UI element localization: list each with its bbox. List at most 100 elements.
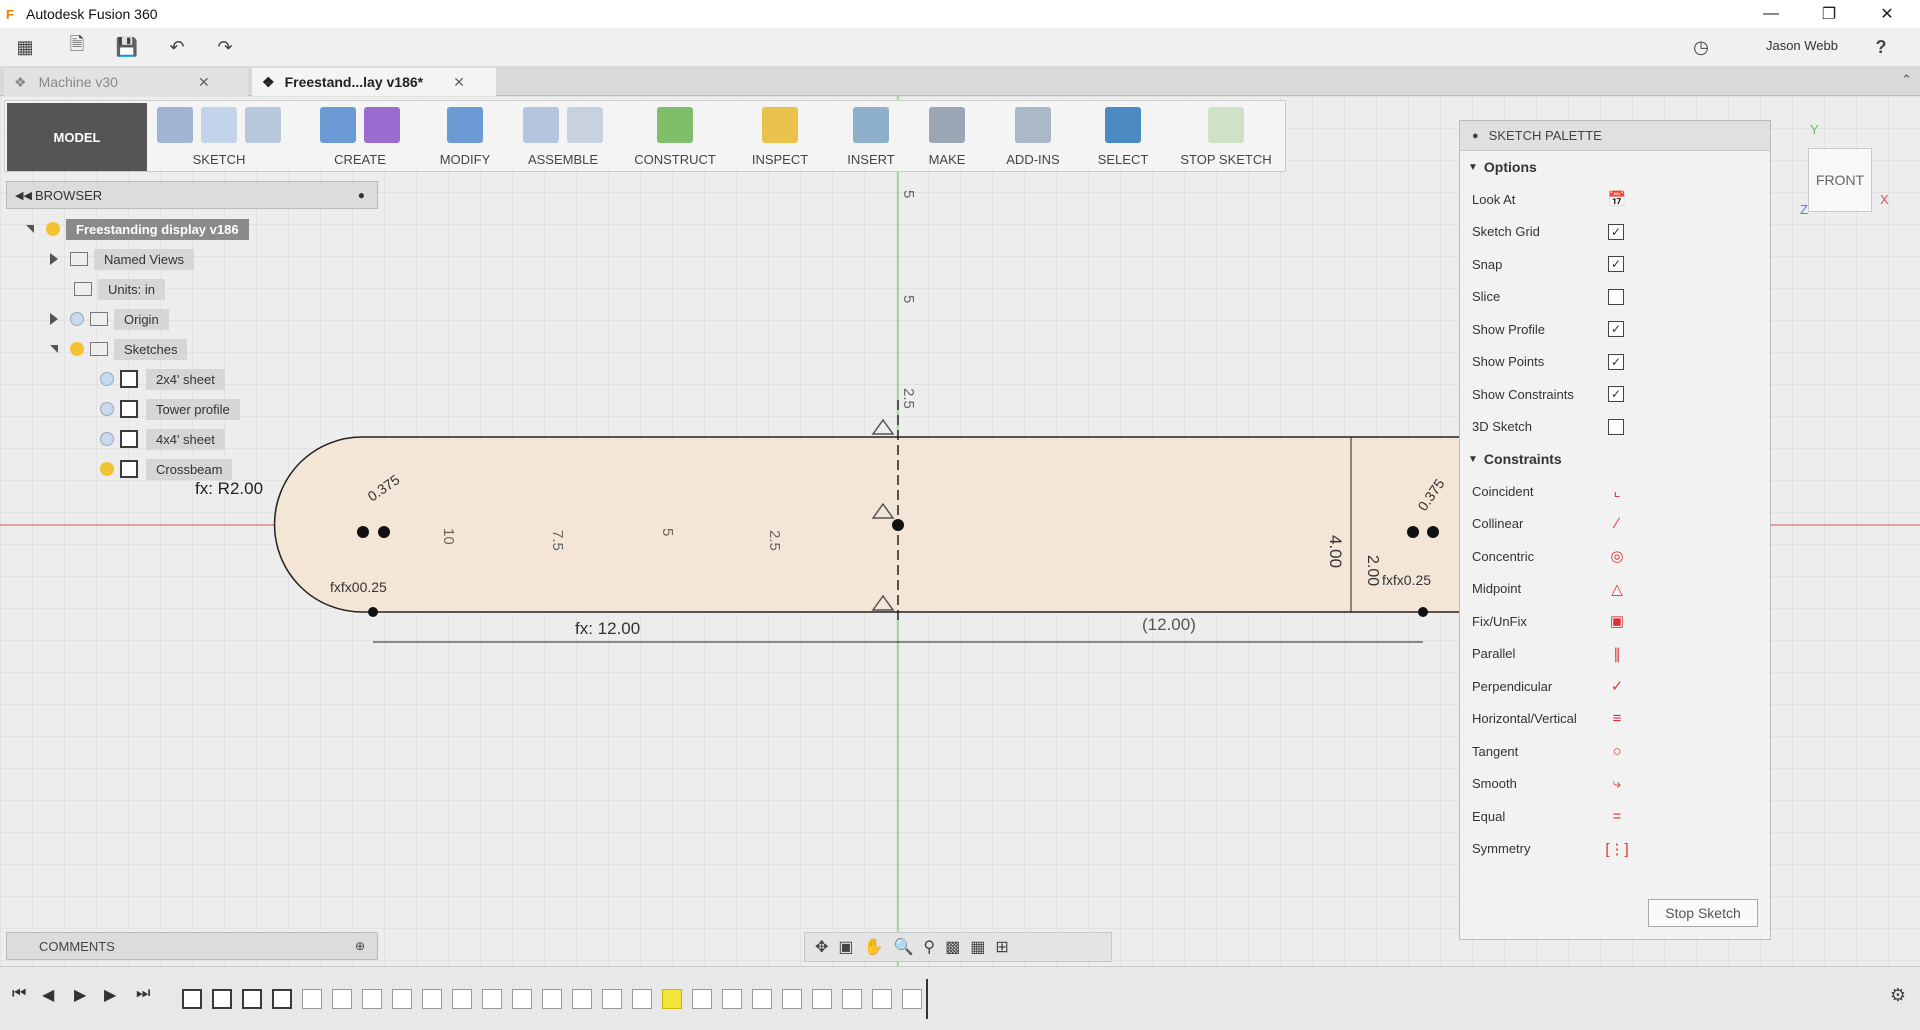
visibility-bulb-icon[interactable] [70,312,84,326]
timeline-feature[interactable] [452,989,472,1009]
sketch-point[interactable] [357,526,369,538]
assemble-group[interactable]: ASSEMBLE [511,101,615,173]
checkbox-checked[interactable]: ✓ [1608,386,1624,403]
make-group[interactable]: MAKE [911,101,983,173]
visibility-bulb-icon[interactable] [100,432,114,446]
symmetry-icon[interactable]: [⋮] [1605,840,1628,858]
constraints-section-header[interactable]: ▼ Constraints [1460,443,1770,475]
rectangle-icon[interactable] [245,107,281,143]
inner-height-dim[interactable]: 2.00 [1364,555,1381,586]
display-settings-icon[interactable]: ▩ [945,937,960,957]
midpoint-constraint-icon[interactable] [871,418,895,435]
expand-icon[interactable] [50,253,58,265]
timeline-feature[interactable] [722,989,742,1009]
timeline-feature[interactable] [512,989,532,1009]
measure-icon[interactable] [762,107,798,143]
timeline-feature[interactable] [692,989,712,1009]
step-back-icon[interactable]: ◀ [42,985,54,1005]
timeline-feature[interactable] [542,989,562,1009]
sketch-point[interactable] [378,526,390,538]
insert-group[interactable]: INSERT [831,101,911,173]
visibility-bulb-icon[interactable] [100,372,114,386]
construct-group[interactable]: CONSTRUCT [625,101,725,173]
checkbox-checked[interactable]: ✓ [1608,223,1624,240]
tree-origin[interactable]: Origin [50,307,169,331]
press-pull-icon[interactable] [447,107,483,143]
go-to-end-icon[interactable]: ⏭ [136,985,150,1003]
select-group[interactable]: SELECT [1083,101,1163,173]
timeline-sketch[interactable] [212,989,232,1009]
look-at-icon[interactable]: ▣ [838,937,853,957]
timeline-feature[interactable] [332,989,352,1009]
sketch-point[interactable] [1418,607,1428,617]
constraint-symmetry[interactable]: Symmetry [⋮] [1460,833,1770,866]
timeline-feature[interactable] [422,989,442,1009]
checkbox-checked[interactable]: ✓ [1608,353,1624,370]
midpoint-icon[interactable]: △ [1608,580,1626,598]
collinear-icon[interactable]: ∕ [1608,515,1626,533]
stop-sketch-icon[interactable] [1208,107,1244,143]
pan-icon[interactable]: ✋ [864,937,884,957]
add-comment-icon[interactable]: ⊕ [355,939,365,953]
perpendicular-icon[interactable]: ✓ [1608,677,1626,695]
horizontal-vertical-icon[interactable]: ≡ [1608,710,1626,728]
checkbox-checked[interactable]: ✓ [1608,256,1624,273]
comments-panel[interactable]: COMMENTS ⊕ [6,932,378,960]
timeline-feature[interactable] [362,989,382,1009]
play-icon[interactable]: ▶ [74,985,86,1005]
visibility-bulb-icon[interactable] [46,222,60,236]
select-icon[interactable] [1105,107,1141,143]
timeline-feature[interactable] [872,989,892,1009]
origin-point[interactable] [892,519,904,531]
option-look-at[interactable]: Look At 📅 [1460,183,1770,216]
constraint-collinear[interactable]: Collinear ∕ [1460,508,1770,541]
timeline-feature[interactable] [842,989,862,1009]
equal-icon[interactable]: = [1608,807,1626,825]
sketch-point[interactable] [368,607,378,617]
option-show-profile[interactable]: Show Profile ✓ [1460,313,1770,346]
timeline-feature[interactable] [602,989,622,1009]
width-dim-right[interactable]: (12.00) [1142,615,1196,634]
constraint-tangent[interactable]: Tangent ○ [1460,735,1770,768]
timeline-feature[interactable] [902,989,922,1009]
constraint-horizontal-vertical[interactable]: Horizontal/Vertical ≡ [1460,703,1770,736]
view-cube[interactable]: FRONT [1808,148,1872,212]
constraint-perpendicular[interactable]: Perpendicular ✓ [1460,670,1770,703]
constraint-midpoint[interactable]: Midpoint △ [1460,573,1770,606]
constraint-equal[interactable]: Equal = [1460,800,1770,833]
timeline-feature[interactable] [632,989,652,1009]
options-section-header[interactable]: ▼ Options [1460,151,1770,183]
checkbox-checked[interactable]: ✓ [1608,321,1624,338]
option-3d-sketch[interactable]: 3D Sketch [1460,411,1770,444]
expand-icon[interactable] [50,345,58,353]
3d-print-icon[interactable] [929,107,965,143]
tree-sketches[interactable]: Sketches [50,337,188,361]
viewports-icon[interactable]: ⊞ [995,937,1008,957]
sketch-group[interactable]: SKETCH [149,101,289,173]
browser-root[interactable]: Freestanding display v186 [26,217,249,241]
create-group[interactable]: CREATE [295,101,425,173]
sketch-point[interactable] [1427,526,1439,538]
zoom-icon[interactable]: 🔍 [893,937,913,957]
timeline-feature[interactable] [572,989,592,1009]
modify-group[interactable]: MODIFY [425,101,505,173]
small-dim-right-bottom[interactable]: fxfx0.25 [1382,572,1431,588]
parallel-icon[interactable]: ∥ [1608,645,1626,663]
form-icon[interactable] [364,107,400,143]
option-sketch-grid[interactable]: Sketch Grid ✓ [1460,216,1770,249]
tree-sketch-item[interactable]: 4x4' sheet [100,427,225,451]
tree-sketch-item[interactable]: Tower profile [100,397,240,421]
timeline-feature[interactable] [302,989,322,1009]
stop-sketch-group[interactable]: STOP SKETCH [1171,101,1281,173]
crossbeam-profile[interactable] [273,436,1471,613]
tree-sketch-item[interactable]: Crossbeam [100,457,233,481]
timeline-settings-icon[interactable]: ⚙ [1890,985,1906,1006]
orbit-icon[interactable]: ✥ [815,937,828,957]
scripts-icon[interactable] [1015,107,1051,143]
timeline-feature[interactable] [482,989,502,1009]
grid-settings-icon[interactable]: ▦ [970,937,985,957]
visibility-bulb-icon[interactable] [70,342,84,356]
inspect-group[interactable]: INSPECT [735,101,825,173]
step-forward-icon[interactable]: ▶ [104,985,116,1005]
lock-icon[interactable]: ▣ [1608,612,1626,630]
